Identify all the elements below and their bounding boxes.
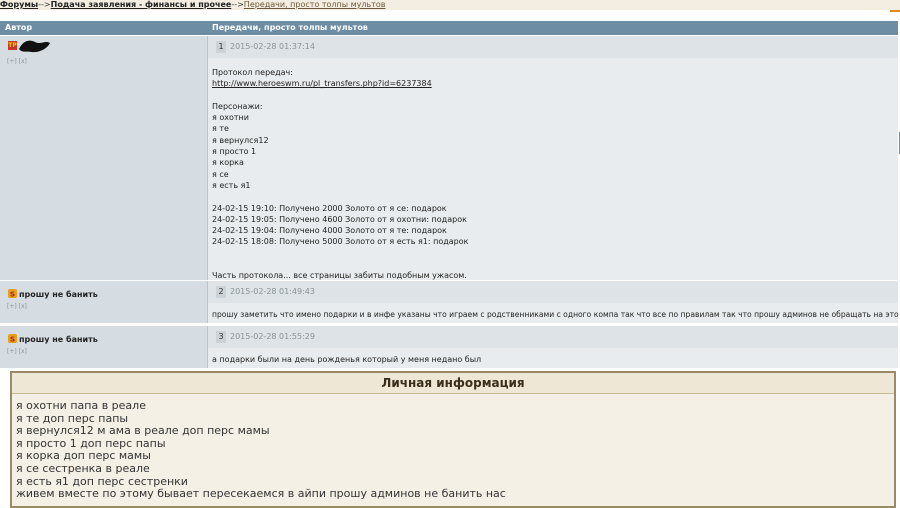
- author-action-links[interactable]: [+] [x]: [7, 303, 27, 310]
- post-number[interactable]: 2: [216, 286, 226, 298]
- post-header: 3 2015-02-28 01:55:29: [208, 326, 898, 348]
- svg-text:S: S: [10, 334, 15, 343]
- post-content-cell: 1 2015-02-28 01:37:14 Протокол передач: h…: [208, 36, 898, 280]
- char-line: я вернулся12: [212, 135, 269, 145]
- author-name[interactable]: Sпрошу не банить: [8, 334, 98, 344]
- post-body: Протокол передач: http://www.heroeswm.ru/…: [212, 67, 468, 282]
- post-header: 2 2015-02-28 01:49:43: [208, 281, 898, 303]
- log-line: 24-02-15 19:10: Получено 2000 Золото от …: [212, 203, 447, 213]
- accent-line: [890, 10, 900, 12]
- svg-text:S: S: [10, 289, 15, 298]
- post-text-line: Персонажи:: [212, 101, 263, 111]
- info-line: живем вместе по этому бывает пересекаемс…: [16, 487, 506, 501]
- author-clan-badge: TP: [8, 41, 17, 50]
- transfers-link[interactable]: http://www.heroeswm.ru/pl_transfers.php?…: [212, 79, 432, 88]
- personal-info-title: Личная информация: [12, 373, 894, 394]
- forum-page: Форумы-->Подача заявления - финансы и пр…: [0, 0, 900, 508]
- char-line: я се: [212, 169, 229, 179]
- author-cell: TP [+] [x]: [0, 36, 208, 280]
- author-action-links[interactable]: [+] [x]: [7, 58, 27, 65]
- info-line: я охотни папа в реале: [16, 399, 146, 412]
- breadcrumb-topic-link[interactable]: Передачи, просто толпы мультов: [244, 0, 386, 9]
- post-body: а подарки были на день рожденья который …: [212, 355, 482, 364]
- author-action-links[interactable]: [+] [x]: [7, 348, 27, 355]
- author-cell: Sпрошу не банить [+] [x]: [0, 281, 208, 323]
- post-number[interactable]: 1: [216, 41, 226, 53]
- breadcrumb-separator: -->: [231, 0, 244, 9]
- personal-info-lines: я охотни папа в реале я те доп перс папы…: [16, 399, 506, 501]
- log-line: 24-02-15 18:08: Получено 5000 Золото от …: [212, 237, 469, 247]
- post-content-cell: 2 2015-02-28 01:49:43 прошу заметить что…: [208, 281, 900, 323]
- char-line: я просто 1: [212, 147, 257, 157]
- shield-s-icon: S: [8, 334, 17, 343]
- post-body: прошу заметить что имено подарки и в инф…: [212, 310, 900, 319]
- info-line: я вернулся12 м ама в реале доп перс мамы: [16, 424, 270, 438]
- personal-info-panel: Личная информация я охотни папа в реале …: [10, 371, 896, 508]
- author-cell: Sпрошу не банить [+] [x]: [0, 326, 208, 368]
- post-row: Sпрошу не банить [+] [x] 3 2015-02-28 01…: [0, 326, 898, 368]
- redaction-scribble-icon: [19, 40, 50, 53]
- log-line: 24-02-15 19:05: Получено 4600 Золото от …: [212, 214, 467, 224]
- table-header: Автор Передачи, просто толпы мультов: [0, 21, 898, 35]
- post-text-line: Часть протокола... все страницы забиты п…: [212, 271, 467, 281]
- breadcrumb: Форумы-->Подача заявления - финансы и пр…: [0, 0, 900, 10]
- char-line: я те: [212, 124, 229, 134]
- breadcrumb-section-link[interactable]: Подача заявления - финансы и прочее: [51, 0, 232, 9]
- author-name-text: прошу не банить: [19, 290, 98, 299]
- shield-s-icon: S: [8, 289, 17, 298]
- post-header: 1 2015-02-28 01:37:14: [208, 36, 898, 58]
- post-text-line: Протокол передач:: [212, 68, 293, 77]
- post-date: 2015-02-28 01:49:43: [230, 287, 315, 296]
- column-author-header: Автор: [5, 23, 33, 32]
- post-row: TP [+] [x] 1 2015-02-28 01:37:14 Протоко…: [0, 36, 898, 280]
- char-line: я охотни: [212, 113, 249, 123]
- post-row: Sпрошу не банить [+] [x] 2 2015-02-28 01…: [0, 281, 900, 323]
- column-topic-header: Передачи, просто толпы мультов: [212, 23, 368, 32]
- author-name[interactable]: Sпрошу не банить: [8, 289, 98, 299]
- post-content-cell: 3 2015-02-28 01:55:29 а подарки были на …: [208, 326, 898, 368]
- info-line: я се сестренка в реале: [16, 461, 150, 475]
- post-date: 2015-02-28 01:37:14: [230, 42, 315, 51]
- char-line: я есть я1: [212, 180, 251, 190]
- post-date: 2015-02-28 01:55:29: [230, 332, 315, 341]
- char-line: я корка: [212, 158, 244, 168]
- breadcrumb-forums-link[interactable]: Форумы: [0, 0, 38, 9]
- log-line: 24-02-15 19:04: Получено 4000 Золото от …: [212, 226, 447, 236]
- author-name-text: прошу не банить: [19, 335, 98, 344]
- post-number[interactable]: 3: [216, 331, 226, 343]
- breadcrumb-separator: -->: [38, 0, 51, 9]
